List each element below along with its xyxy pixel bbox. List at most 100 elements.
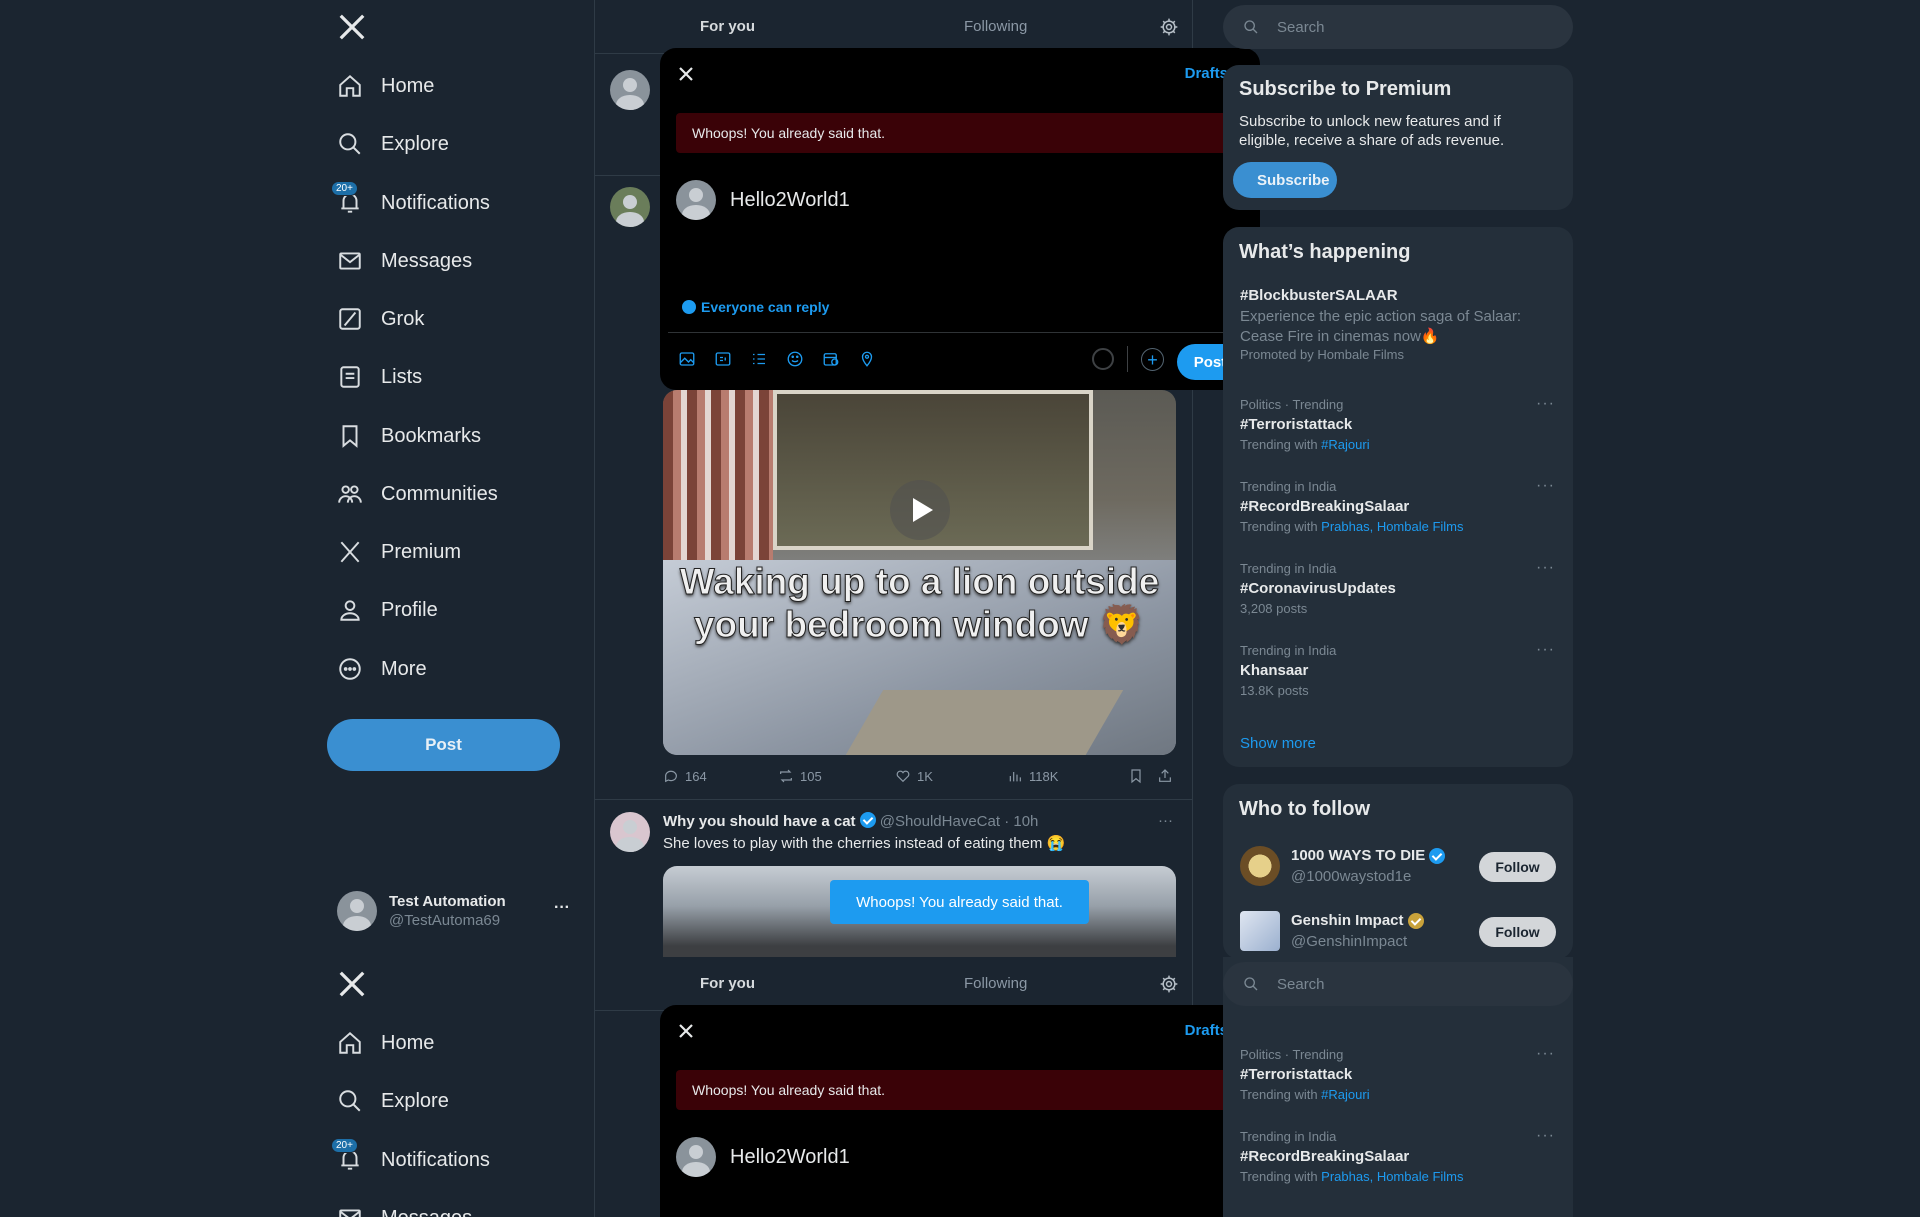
tweet-more-icon[interactable]: ··· xyxy=(1158,812,1173,829)
drafts-button[interactable]: Drafts xyxy=(1185,1022,1228,1039)
reply-settings-button[interactable]: Everyone can reply xyxy=(682,299,829,315)
account-handle: @TestAutoma69 xyxy=(389,912,501,929)
nav-premium[interactable]: Premium xyxy=(337,528,461,576)
nav-explore[interactable]: Explore xyxy=(337,1077,449,1125)
sidebar-post-button[interactable]: Post xyxy=(327,719,560,771)
avatar[interactable] xyxy=(610,187,650,227)
nav-messages[interactable]: Messages xyxy=(337,237,472,285)
nav-messages-label: Messages xyxy=(381,249,473,272)
more-icon[interactable]: ··· xyxy=(1536,1127,1555,1145)
location-icon[interactable] xyxy=(858,350,878,370)
nav-grok[interactable]: Grok xyxy=(337,295,424,343)
more-icon[interactable]: ··· xyxy=(1536,395,1555,413)
bookmark-icon xyxy=(337,423,363,449)
nav-home[interactable]: Home xyxy=(337,62,434,110)
subscribe-button[interactable]: Subscribe xyxy=(1233,162,1337,198)
tweet-author-handle[interactable]: @ShouldHaveCat xyxy=(880,813,1000,830)
trend-name: #RecordBreakingSalaar xyxy=(1240,1148,1410,1165)
avatar[interactable] xyxy=(610,812,650,852)
nav-messages[interactable]: Messages xyxy=(337,1194,472,1217)
image-icon[interactable] xyxy=(678,350,698,370)
nav-bookmarks[interactable]: Bookmarks xyxy=(337,412,481,460)
tweet-time[interactable]: · 10h xyxy=(1004,813,1038,830)
trend-item[interactable]: Trending in India #RecordBreakingSalaar … xyxy=(1223,1119,1573,1201)
nav-profile[interactable]: Profile xyxy=(337,586,438,634)
schedule-icon[interactable] xyxy=(822,350,842,370)
x-logo-icon[interactable] xyxy=(337,969,367,999)
nav-bookmarks-label: Bookmarks xyxy=(381,424,482,447)
premium-title: Subscribe to Premium xyxy=(1239,78,1452,100)
main-viewport: Home Explore 20+ Notifications Messages … xyxy=(0,0,1920,957)
account-switcher[interactable]: Test Automation @TestAutoma69 ··· xyxy=(337,883,577,939)
trend-name: #CoronavirusUpdates xyxy=(1240,580,1396,597)
nav-explore[interactable]: Explore xyxy=(337,120,449,168)
verified-icon xyxy=(859,812,876,828)
tab-for-you[interactable]: For you xyxy=(700,975,755,992)
trend-item[interactable]: Trending in India #CoronavirusUpdates 3,… xyxy=(1223,551,1573,633)
promoted-trend[interactable]: #BlockbusterSALAAR Experience the epic a… xyxy=(1223,279,1573,362)
nav-more[interactable]: More xyxy=(337,645,427,693)
close-icon[interactable] xyxy=(676,64,696,84)
trend-link[interactable]: Prabhas, Hombale Films xyxy=(1321,519,1463,534)
follow-button[interactable]: Follow xyxy=(1479,917,1556,947)
trend-link[interactable]: #Rajouri xyxy=(1321,437,1369,452)
show-more-link[interactable]: Show more xyxy=(1240,735,1316,752)
repost-button[interactable]: 105 xyxy=(778,768,822,784)
who-to-follow-title: Who to follow xyxy=(1239,798,1371,820)
compose-textbox[interactable]: Hello2World1 xyxy=(730,189,850,212)
gear-icon[interactable] xyxy=(1159,17,1179,37)
nav-notifications[interactable]: 20+ Notifications xyxy=(331,179,490,227)
tab-following[interactable]: Following xyxy=(964,975,1027,992)
more-icon[interactable]: ··· xyxy=(1536,559,1555,577)
person-icon xyxy=(337,597,363,623)
compose-textbox[interactable]: Hello2World1 xyxy=(730,1146,850,1169)
x-logo-icon[interactable] xyxy=(337,12,367,42)
share-icon xyxy=(1159,769,1171,782)
trend-item[interactable]: Politics · Trending #Terroristattack Tre… xyxy=(1223,387,1573,469)
avatar[interactable] xyxy=(1240,846,1280,886)
tab-following[interactable]: Following xyxy=(964,18,1027,35)
trend-link[interactable]: Prabhas, Hombale Films xyxy=(1321,1169,1463,1184)
avatar[interactable] xyxy=(610,70,650,110)
more-icon[interactable]: ··· xyxy=(1536,1045,1555,1063)
tab-for-you[interactable]: For you xyxy=(700,18,755,35)
drafts-button[interactable]: Drafts xyxy=(1185,65,1228,82)
account-more-icon[interactable]: ··· xyxy=(554,899,570,917)
trend-link[interactable]: #Rajouri xyxy=(1321,1087,1369,1102)
bookmark-button[interactable] xyxy=(1128,768,1150,784)
more-icon[interactable]: ··· xyxy=(1536,477,1555,495)
poll-icon[interactable] xyxy=(750,350,770,370)
trend-item[interactable]: Trending in India Khansaar 13.8K posts ·… xyxy=(1223,633,1573,715)
close-icon[interactable] xyxy=(676,1021,696,1041)
nav-communities[interactable]: Communities xyxy=(337,470,498,518)
tweet-video[interactable]: Waking up to a lion outside your bedroom… xyxy=(663,390,1176,755)
search-input[interactable]: Search xyxy=(1223,5,1573,49)
nav-notifications[interactable]: 20+ Notifications xyxy=(331,1136,490,1184)
follow-suggestion[interactable]: 1000 WAYS TO DIE @1000waystod1e Follow xyxy=(1223,838,1573,898)
views-button[interactable]: 118K xyxy=(1007,768,1058,784)
avatar[interactable] xyxy=(1240,911,1280,951)
promo-text-1: Experience the epic action saga of Salaa… xyxy=(1240,308,1522,325)
tweet-author-name[interactable]: Why you should have a cat xyxy=(663,813,856,830)
more-icon[interactable]: ··· xyxy=(1536,641,1555,659)
gear-icon[interactable] xyxy=(1159,974,1179,994)
nav-lists[interactable]: Lists xyxy=(337,353,422,401)
trend-item[interactable]: Politics · Trending #Terroristattack Tre… xyxy=(1223,1037,1573,1119)
trend-name: Khansaar xyxy=(1240,662,1309,679)
follow-suggestion[interactable]: Genshin Impact @GenshinImpact Follow xyxy=(1223,903,1573,957)
emoji-icon[interactable] xyxy=(786,350,806,370)
add-post-button[interactable]: + xyxy=(1141,348,1164,371)
nav-home[interactable]: Home xyxy=(337,1019,434,1067)
nav-home-label: Home xyxy=(381,1031,435,1054)
trend-item[interactable]: Trending in India #RecordBreakingSalaar … xyxy=(1223,469,1573,551)
like-button[interactable]: 1K xyxy=(895,768,933,784)
video-caption: Waking up to a lion outside your bedroom… xyxy=(679,561,1160,646)
reply-button[interactable]: 164 xyxy=(663,768,707,784)
tweet[interactable]: Why you should have a cat @ShouldHaveCat… xyxy=(594,800,1192,957)
play-icon[interactable] xyxy=(890,480,950,540)
gif-icon[interactable] xyxy=(714,350,734,370)
follow-button[interactable]: Follow xyxy=(1479,852,1556,882)
share-button[interactable] xyxy=(1157,768,1179,784)
search-input[interactable]: Search xyxy=(1223,962,1573,1006)
search-icon xyxy=(337,1088,363,1114)
